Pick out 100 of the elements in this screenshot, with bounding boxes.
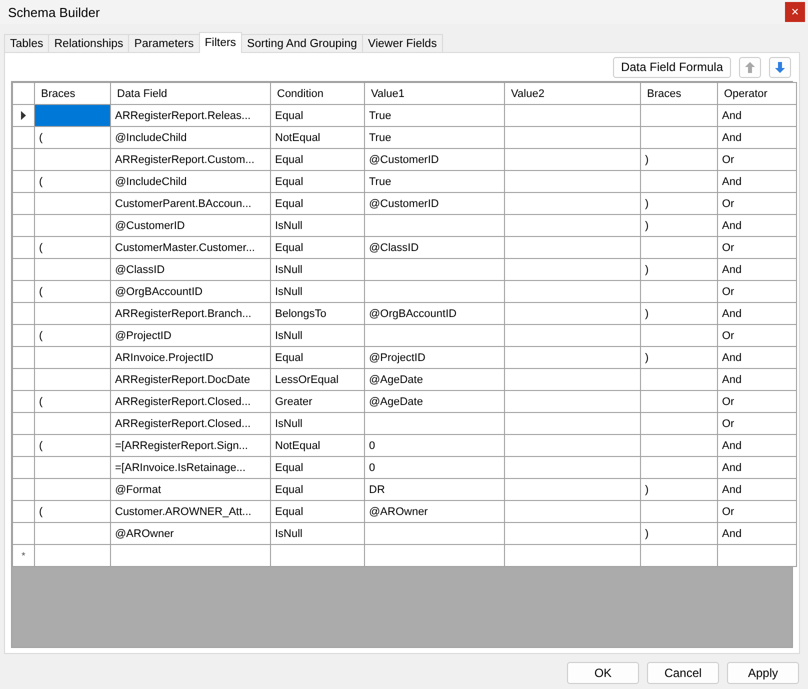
data-field-cell: @IncludeChild	[115, 132, 187, 144]
condition-cell: IsNull	[275, 286, 303, 298]
condition-cell: IsNull	[275, 330, 303, 342]
tab[interactable]: Relationships	[48, 34, 130, 52]
value-cell: 0	[369, 462, 376, 474]
data-field-cell: ARRegisterReport.Closed...	[115, 396, 251, 408]
braces-cell: (	[39, 286, 43, 298]
tab[interactable]: Filters	[198, 32, 242, 53]
value-cell: @AgeDate	[369, 396, 423, 408]
data-field-cell: @ProjectID	[115, 330, 172, 342]
operator-cell: Or	[722, 154, 734, 166]
move-down-button[interactable]	[769, 56, 791, 78]
operator-cell: And	[722, 374, 742, 386]
operator-cell: And	[722, 220, 742, 232]
operator-cell: And	[722, 484, 742, 496]
braces-cell: )	[645, 198, 649, 210]
up-arrow-icon	[745, 62, 755, 72]
data-field-cell: ARInvoice.ProjectID	[115, 352, 214, 364]
condition-cell: IsNull	[275, 220, 303, 232]
value-cell: True	[369, 132, 392, 144]
braces-cell: (	[39, 506, 43, 518]
data-field-cell: CustomerMaster.Customer...	[115, 242, 255, 254]
operator-cell: And	[722, 528, 742, 540]
value-cell: @AROwner	[369, 506, 428, 518]
data-field-cell: ARRegisterReport.Releas...	[115, 110, 251, 122]
braces-cell: )	[645, 154, 649, 166]
column-header[interactable]: Operator	[718, 82, 796, 104]
new-row-marker: *	[22, 550, 26, 562]
close-button[interactable]: ×	[785, 2, 805, 22]
window-title: Schema Builder	[8, 4, 100, 20]
data-field-cell: ARRegisterReport.DocDate	[115, 374, 250, 386]
data-field-cell: =[ARRegisterReport.Sign...	[115, 440, 248, 452]
operator-cell: Or	[722, 396, 734, 408]
tab[interactable]: Viewer Fields	[362, 34, 443, 52]
condition-cell: Equal	[275, 176, 304, 188]
condition-cell: BelongsTo	[275, 308, 326, 320]
braces-cell: (	[39, 330, 43, 342]
data-field-cell: =[ARInvoice.IsRetainage...	[115, 462, 246, 474]
condition-cell: IsNull	[275, 418, 303, 430]
value-cell: @ProjectID	[369, 352, 426, 364]
condition-cell: IsNull	[275, 264, 303, 276]
operator-cell: And	[722, 440, 742, 452]
column-header[interactable]: Condition	[270, 82, 364, 104]
braces-cell: (	[39, 396, 43, 408]
column-header[interactable]: Value1	[364, 82, 504, 104]
data-field-cell: @OrgBAccountID	[115, 286, 203, 298]
operator-cell: Or	[722, 286, 734, 298]
column-header[interactable]: Braces	[640, 82, 718, 104]
operator-cell: And	[722, 110, 742, 122]
braces-cell: (	[39, 132, 43, 144]
operator-cell: And	[722, 462, 742, 474]
operator-cell: And	[722, 308, 742, 320]
data-field-cell: CustomerParent.BAccoun...	[115, 198, 252, 210]
condition-cell: Equal	[275, 154, 304, 166]
data-field-cell: ARRegisterReport.Branch...	[115, 308, 252, 320]
braces-cell: )	[645, 352, 649, 364]
data-field-cell: ARRegisterReport.Custom...	[115, 154, 254, 166]
data-field-cell: Customer.AROWNER_Att...	[115, 506, 252, 518]
value-cell: @OrgBAccountID	[369, 308, 457, 320]
data-field-cell: @IncludeChild	[115, 176, 187, 188]
data-field-cell: ARRegisterReport.Closed...	[115, 418, 251, 430]
condition-cell: NotEqual	[275, 132, 320, 144]
braces-cell: )	[645, 220, 649, 232]
data-field-cell: @AROwner	[115, 528, 174, 540]
dialog-button[interactable]: Cancel	[647, 662, 719, 684]
condition-cell: Equal	[275, 110, 304, 122]
operator-cell: And	[722, 176, 742, 188]
value-cell: @CustomerID	[369, 154, 439, 166]
value-cell: @ClassID	[369, 242, 419, 254]
operator-cell: Or	[722, 242, 734, 254]
condition-cell: Equal	[275, 506, 304, 518]
condition-cell: Greater	[275, 396, 312, 408]
operator-cell: Or	[722, 506, 734, 518]
operator-cell: Or	[722, 418, 734, 430]
dialog-button[interactable]: Apply	[727, 662, 799, 684]
column-header[interactable]: Value2	[504, 82, 640, 104]
condition-cell: Equal	[275, 462, 304, 474]
tab[interactable]: Sorting And Grouping	[241, 34, 364, 52]
value-cell: DR	[369, 484, 385, 496]
braces-cell: )	[645, 484, 649, 496]
condition-cell: Equal	[275, 198, 304, 210]
condition-cell: Equal	[275, 242, 304, 254]
value-cell: @AgeDate	[369, 374, 423, 386]
braces-cell: (	[39, 242, 43, 254]
operator-cell: Or	[722, 198, 734, 210]
operator-cell: And	[722, 132, 742, 144]
operator-cell: Or	[722, 330, 734, 342]
data-field-cell: @CustomerID	[115, 220, 185, 232]
tab[interactable]: Tables	[4, 34, 50, 52]
braces-cell: )	[645, 308, 649, 320]
operator-cell: And	[722, 352, 742, 364]
operator-cell: And	[722, 264, 742, 276]
braces-cell: (	[39, 440, 43, 452]
dialog-button[interactable]: OK	[567, 662, 639, 684]
data-field-cell: @ClassID	[115, 264, 165, 276]
value-cell: True	[369, 176, 392, 188]
column-header[interactable]: Data Field	[110, 82, 270, 104]
data-field-formula-button[interactable]: Data Field Formula	[612, 56, 731, 78]
value-cell: @CustomerID	[369, 198, 439, 210]
condition-cell: Equal	[275, 484, 304, 496]
